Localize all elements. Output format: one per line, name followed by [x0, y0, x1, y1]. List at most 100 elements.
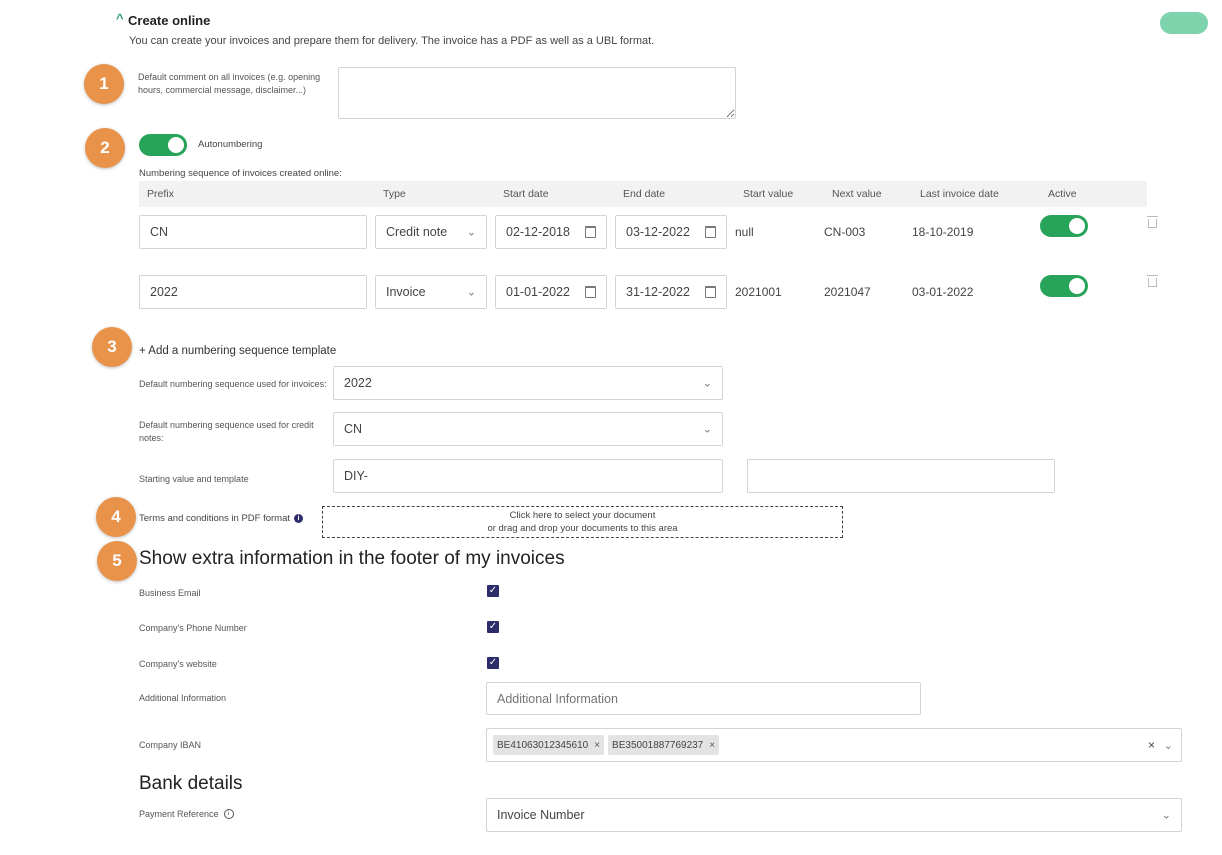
chevron-down-icon: ⌄ [1161, 809, 1171, 822]
type-value: Credit note [386, 225, 448, 239]
iban-label: Company IBAN [139, 740, 202, 750]
last-invoice-date: 03-01-2022 [912, 285, 974, 299]
col-start-date: Start date [503, 188, 549, 200]
col-start-value: Start value [743, 188, 794, 200]
payment-reference-label: Payment Reference i [139, 809, 234, 819]
start-date-value: 01-01-2022 [506, 285, 570, 299]
active-toggle[interactable] [1040, 275, 1088, 297]
section-description: You can create your invoices and prepare… [129, 35, 655, 47]
iban-tag-text: BE41063012345610 [497, 739, 589, 751]
prefix-value: 2022 [150, 285, 178, 299]
terms-label: Terms and conditions in PDF format i [139, 513, 304, 524]
chevron-down-icon[interactable]: ⌄ [1164, 739, 1173, 752]
active-toggle[interactable] [1040, 215, 1088, 237]
add-numbering-template-link[interactable]: + Add a numbering sequence template [139, 345, 336, 357]
trash-icon[interactable] [1147, 216, 1158, 228]
chevron-down-icon: ⌄ [466, 286, 476, 299]
iban-tag: BE35001887769237 × [608, 735, 720, 755]
default-credit-label: Default numbering sequence used for cred… [139, 420, 314, 443]
type-select[interactable]: Credit note ⌄ [375, 215, 487, 249]
col-active: Active [1048, 188, 1077, 200]
step-badge-3: 3 [92, 327, 132, 367]
step-badge-2: 2 [85, 128, 125, 168]
calendar-icon [585, 286, 596, 298]
type-select[interactable]: Invoice ⌄ [375, 275, 487, 309]
section-title: Create online [128, 13, 211, 28]
starting-value-label: Starting value and template [139, 474, 249, 484]
iban-tag: BE41063012345610 × [493, 735, 605, 755]
default-invoices-label: Default numbering sequence used for invo… [139, 379, 327, 389]
last-invoice-date: 18-10-2019 [912, 225, 974, 239]
phone-checkbox[interactable]: ✓ [487, 621, 499, 633]
calendar-icon [585, 226, 596, 238]
col-prefix: Prefix [147, 188, 174, 200]
default-comment-textarea[interactable] [338, 67, 736, 119]
status-pill[interactable] [1160, 12, 1208, 34]
chevron-down-icon: ⌄ [702, 377, 712, 390]
end-date-value: 03-12-2022 [626, 225, 690, 239]
payment-reference-value: Invoice Number [497, 808, 585, 822]
chevron-down-icon: ⌄ [702, 423, 712, 436]
website-checkbox[interactable]: ✓ [487, 657, 499, 669]
step-badge-4: 4 [96, 497, 136, 537]
website-label: Company's website [139, 659, 217, 669]
iban-multiselect[interactable]: BE41063012345610 × BE35001887769237 × × ⌄ [486, 728, 1182, 762]
template-input[interactable] [747, 459, 1055, 493]
starting-value: DIY- [344, 469, 368, 483]
start-date-input[interactable]: 01-01-2022 [495, 275, 607, 309]
start-date-input[interactable]: 02-12-2018 [495, 215, 607, 249]
end-date-input[interactable]: 31-12-2022 [615, 275, 727, 309]
chevron-down-icon: ⌄ [466, 226, 476, 239]
toggle-knob [168, 137, 184, 153]
autonumbering-toggle[interactable] [139, 134, 187, 156]
remove-tag-icon[interactable]: × [594, 740, 600, 751]
iban-tag-text: BE35001887769237 [612, 739, 704, 751]
calendar-icon [705, 226, 716, 238]
col-next-value: Next value [832, 188, 882, 200]
end-date-value: 31-12-2022 [626, 285, 690, 299]
col-end-date: End date [623, 188, 666, 200]
autonumbering-label: Autonumbering [198, 139, 263, 150]
type-value: Invoice [386, 285, 426, 299]
default-invoices-value: 2022 [344, 376, 372, 390]
numbering-heading: Numbering sequence of invoices created o… [139, 168, 342, 179]
terms-label-text: Terms and conditions in PDF format [139, 513, 291, 524]
trash-icon[interactable] [1147, 275, 1158, 287]
dropzone-line1: Click here to select your document [509, 510, 656, 521]
pdf-dropzone[interactable]: Click here to select your document or dr… [322, 506, 843, 538]
prefix-input[interactable]: 2022 [139, 275, 367, 309]
default-credit-value: CN [344, 422, 363, 436]
payment-reference-select[interactable]: Invoice Number ⌄ [486, 798, 1182, 832]
dropzone-line2: or drag and drop your documents to this … [487, 523, 678, 534]
remove-tag-icon[interactable]: × [709, 740, 715, 751]
default-credit-select[interactable]: CN ⌄ [333, 412, 723, 446]
default-comment-label: Default comment on all invoices (e.g. op… [138, 72, 321, 95]
default-invoices-select[interactable]: 2022 ⌄ [333, 366, 723, 400]
step-badge-5: 5 [97, 541, 137, 581]
col-last-invoice-date: Last invoice date [920, 188, 999, 200]
phone-label: Company's Phone Number [139, 623, 247, 633]
col-type: Type [383, 188, 406, 200]
step-badge-1: 1 [84, 64, 124, 104]
info-icon[interactable]: i [223, 809, 234, 819]
additional-info-input[interactable] [486, 682, 921, 715]
info-icon[interactable]: i [294, 514, 304, 523]
end-date-input[interactable]: 03-12-2022 [615, 215, 727, 249]
business-email-checkbox[interactable]: ✓ [487, 585, 499, 597]
prefix-value: CN [150, 225, 169, 239]
toggle-knob [1069, 218, 1085, 234]
toggle-knob [1069, 278, 1085, 294]
next-value: CN-003 [824, 225, 866, 239]
clear-icon[interactable]: × [1148, 738, 1155, 752]
prefix-input[interactable]: CN [139, 215, 367, 249]
payment-reference-text: Payment Reference [139, 809, 219, 819]
business-email-label: Business Email [139, 588, 201, 598]
collapse-chevron-icon[interactable]: ^ [116, 11, 124, 26]
start-value: 2021001 [735, 285, 782, 299]
start-value: null [735, 225, 754, 239]
additional-info-label: Additional Information [139, 693, 227, 703]
next-value: 2021047 [824, 285, 871, 299]
calendar-icon [705, 286, 716, 298]
starting-value-input[interactable]: DIY- [333, 459, 723, 493]
start-date-value: 02-12-2018 [506, 225, 570, 239]
